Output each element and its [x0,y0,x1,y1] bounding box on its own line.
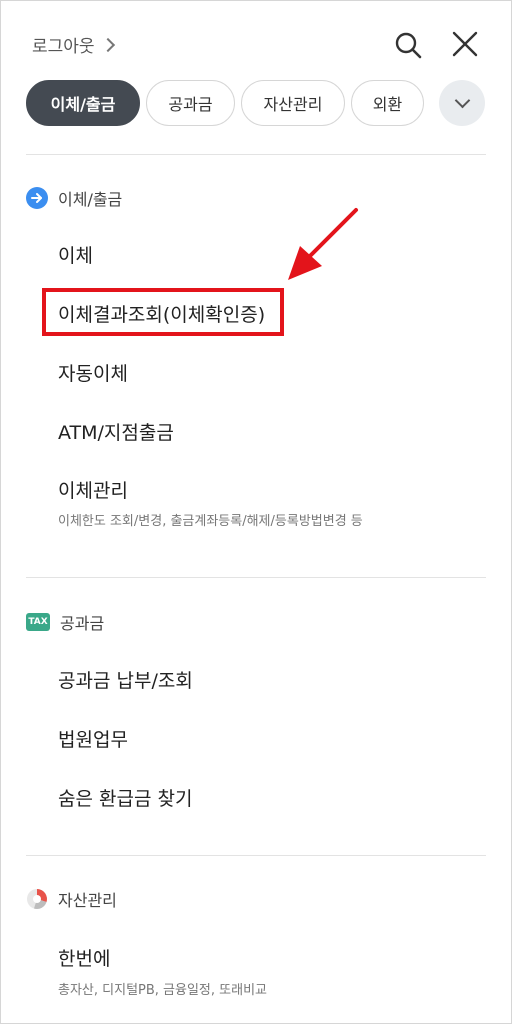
tab-foreign-exchange[interactable]: 외환 [351,80,424,126]
menu-item-hidden-refund[interactable]: 숨은 환급금 찾기 [58,784,192,811]
menu-item-auto-transfer[interactable]: 자동이체 [58,359,128,386]
section-title: 공과금 [60,614,105,633]
menu-item-transfer-management[interactable]: 이체관리 [58,476,128,503]
menu-item-description: 총자산, 디지털PB, 금융일정, 또래비교 [58,983,267,998]
section-header-utility: TAX 공과금 [26,610,104,634]
tax-badge-icon: TAX [26,613,50,631]
header: 로그아웃 [0,0,512,72]
chevron-down-icon [454,92,470,108]
menu-item-court-service[interactable]: 법원업무 [58,725,128,752]
pie-chart-icon [27,889,47,909]
menu-item-all-at-once[interactable]: 한번에 [58,944,110,971]
section-header-transfer: 이체/출금 [26,186,122,210]
category-tabs: 이체/출금 공과금 자산관리 외환 [26,80,424,126]
menu-item-description: 이체한도 조회/변경, 출금계좌등록/해제/등록방법변경 등 [58,514,363,529]
section-title: 이체/출금 [58,190,123,209]
expand-tabs-button[interactable] [439,80,485,126]
logout-label: 로그아웃 [32,37,95,57]
divider [26,154,486,155]
arrow-right-icon [26,187,48,209]
section-title: 자산관리 [58,891,117,910]
tab-asset[interactable]: 자산관리 [241,80,345,126]
search-icon[interactable] [394,31,422,59]
close-icon[interactable] [452,31,478,57]
divider [26,855,486,856]
tab-utility[interactable]: 공과금 [146,80,235,126]
divider [26,577,486,578]
menu-item-transfer[interactable]: 이체 [58,241,93,268]
section-header-asset: 자산관리 [26,887,117,911]
menu-item-atm-withdrawal[interactable]: ATM/지점출금 [58,418,174,445]
chevron-right-icon [100,37,115,52]
highlight-box [42,288,284,336]
menu-item-utility-payment[interactable]: 공과금 납부/조회 [58,666,193,693]
logout-link[interactable]: 로그아웃 [32,32,115,57]
tab-transfer[interactable]: 이체/출금 [26,80,140,126]
annotation-arrow-icon [288,208,358,280]
